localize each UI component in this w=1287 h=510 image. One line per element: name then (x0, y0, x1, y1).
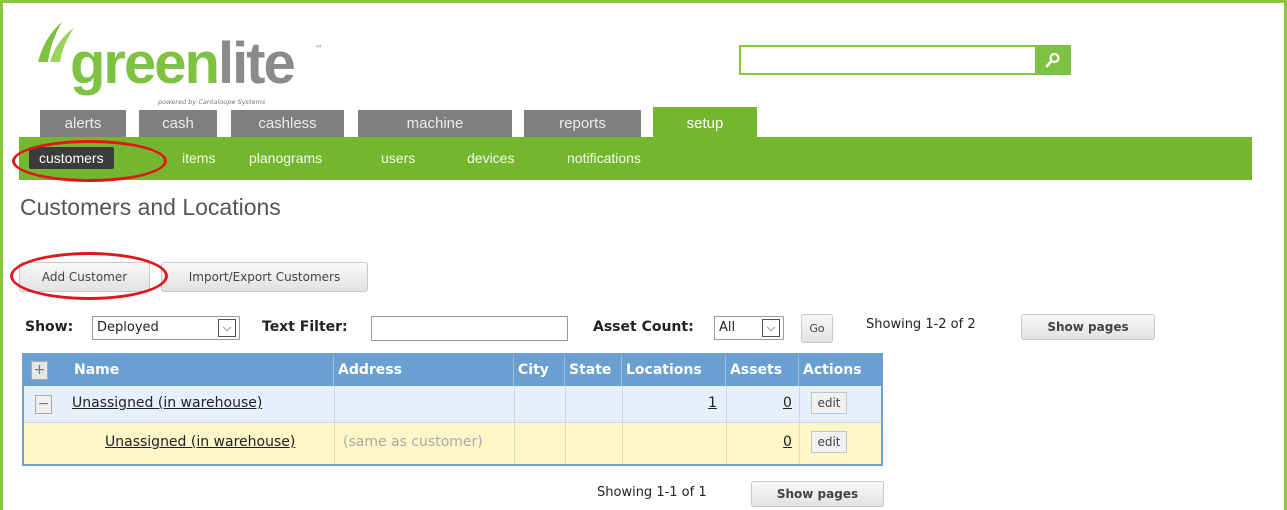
column-header-actions[interactable]: Actions (799, 355, 881, 386)
go-button[interactable]: Go (801, 314, 833, 343)
customers-table: + Name Address City State Locations Asse… (22, 353, 883, 466)
column-header-address[interactable]: Address (334, 355, 514, 386)
add-customer-button[interactable]: Add Customer (19, 262, 150, 292)
cell-divider (514, 423, 515, 464)
subnav-users[interactable]: users (381, 147, 415, 169)
import-export-customers-button[interactable]: Import/Export Customers (161, 262, 368, 292)
asset-count-select-value: All (719, 320, 736, 335)
assets-count-link[interactable]: 0 (783, 434, 792, 450)
text-filter-label: Text Filter: (262, 319, 348, 335)
show-pages-button-top[interactable]: Show pages (1021, 314, 1155, 340)
logo-trademark: ™ (315, 44, 323, 53)
edit-button[interactable]: edit (811, 431, 847, 453)
cell-divider (334, 386, 335, 422)
search-box (739, 45, 1071, 75)
subnav-notifications[interactable]: notifications (567, 147, 641, 169)
cell-divider (622, 386, 623, 422)
search-input[interactable] (739, 45, 1035, 75)
chevron-down-icon: ⌵ (762, 319, 780, 337)
text-filter-input[interactable] (371, 316, 568, 341)
column-header-city[interactable]: City (514, 355, 565, 386)
column-header-locations[interactable]: Locations (622, 355, 726, 386)
cell-divider (514, 386, 515, 422)
column-header-state[interactable]: State (565, 355, 622, 386)
location-name-link[interactable]: Unassigned (in warehouse) (105, 434, 295, 450)
table-row: − Unassigned (in warehouse) 1 0 edit (24, 386, 881, 423)
edit-button[interactable]: edit (811, 392, 847, 414)
table-row: Unassigned (in warehouse) (same as custo… (24, 423, 881, 464)
tab-alerts[interactable]: alerts (40, 110, 126, 137)
showing-count-top: Showing 1-2 of 2 (866, 317, 976, 332)
cell-divider (565, 386, 566, 422)
tab-machine[interactable]: machine (358, 110, 512, 137)
showing-count-bottom: Showing 1-1 of 1 (597, 485, 707, 500)
logo-wordmark: greenlite (70, 31, 296, 96)
page-title: Customers and Locations (20, 194, 281, 220)
customer-name-link[interactable]: Unassigned (in warehouse) (72, 395, 262, 411)
cell-divider (334, 423, 335, 464)
table-header: + Name Address City State Locations Asse… (24, 355, 881, 386)
cell-divider (726, 386, 727, 422)
subnav-devices[interactable]: devices (467, 147, 514, 169)
collapse-row-button[interactable]: − (35, 395, 52, 414)
asset-count-label: Asset Count: (593, 319, 694, 335)
tab-cashless[interactable]: cashless (231, 110, 344, 137)
show-label: Show: (25, 319, 74, 335)
subnav-customers[interactable]: customers (29, 147, 114, 169)
show-pages-button-bottom[interactable]: Show pages (751, 481, 884, 507)
cell-divider (799, 386, 800, 422)
subnav-planograms[interactable]: planograms (249, 147, 322, 169)
greenlite-logo: greenlite ™ powered by Cantaloupe System… (30, 14, 330, 106)
cell-divider (622, 423, 623, 464)
expand-all-button[interactable]: + (31, 361, 48, 380)
logo-powered-by: powered by Cantaloupe Systems (158, 98, 266, 106)
cell-divider (799, 423, 800, 464)
sub-navigation: customers items planograms users devices… (19, 137, 1252, 180)
tab-setup[interactable]: setup (653, 107, 757, 137)
show-select-value: Deployed (97, 320, 159, 335)
cell-divider (726, 423, 727, 464)
tab-reports[interactable]: reports (524, 110, 641, 137)
show-select[interactable]: Deployed ⌵ (92, 316, 240, 340)
chevron-down-icon: ⌵ (218, 319, 236, 337)
column-header-assets[interactable]: Assets (726, 355, 799, 386)
tab-cash[interactable]: cash (139, 110, 217, 137)
location-address: (same as customer) (343, 434, 483, 450)
column-header-name[interactable]: Name (70, 355, 334, 386)
asset-count-select[interactable]: All ⌵ (714, 316, 784, 340)
locations-count-link[interactable]: 1 (708, 395, 717, 411)
cell-divider (565, 423, 566, 464)
search-icon (1045, 52, 1060, 68)
search-button[interactable] (1035, 45, 1071, 75)
subnav-items[interactable]: items (182, 147, 215, 169)
assets-count-link[interactable]: 0 (783, 395, 792, 411)
